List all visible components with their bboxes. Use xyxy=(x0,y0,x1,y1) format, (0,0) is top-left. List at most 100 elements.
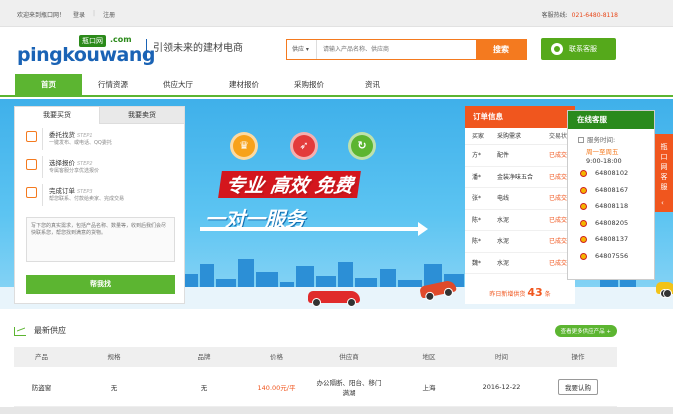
trophy-icon: ♛ xyxy=(230,132,258,160)
qq-icon xyxy=(580,236,587,244)
nav-home[interactable]: 首页 xyxy=(15,74,82,95)
service-days: 周一至周五 xyxy=(586,148,619,156)
banner-slogan-main: 专业 高效 免费 xyxy=(218,171,362,198)
more-supply-button[interactable]: 查看更多供应产品 + xyxy=(554,325,617,337)
help-find-button[interactable]: 帮我找 xyxy=(26,275,175,294)
price-cell: 140.00元/平 xyxy=(257,383,296,392)
order-info-title: 订单信息 xyxy=(465,106,575,128)
refresh-icon: ↻ xyxy=(348,132,376,160)
subscribe-button[interactable]: 我要认购 xyxy=(558,378,598,395)
online-service-panel: 在线客服 服务时间: 周一至周五 9:00-18:00 64808102 648… xyxy=(567,110,655,280)
divider xyxy=(42,156,43,178)
entrust-icon xyxy=(26,131,37,142)
nav-material-price[interactable]: 建材报价 xyxy=(219,74,269,95)
brand-cell: 无 xyxy=(200,383,208,392)
site-slogan: 引领未来的建材电商 xyxy=(146,39,243,59)
service-hours: 9:00-18:00 xyxy=(586,157,622,165)
service-side-tab[interactable]: 瓶口网客服 ‹ xyxy=(655,134,673,212)
nav-supply-hall[interactable]: 供应大厅 xyxy=(153,74,203,95)
supply-table-header: 产品 规格 品牌 价格 供应商 地区 时间 操作 xyxy=(14,347,617,367)
column-header: 供应商 xyxy=(339,353,359,361)
user-icon xyxy=(551,43,563,55)
column-header: 地区 xyxy=(422,353,436,361)
column-header: 时间 xyxy=(495,353,508,361)
trade-panel: 我要买货 我要卖货 委托找货 STEP1 一键发布、或电话、QQ委托 选择报价 ST… xyxy=(14,106,185,304)
column-header: 采购需求 xyxy=(497,133,522,140)
product-cell: 防盗窗 xyxy=(31,383,52,392)
hotline-number: 021-6480-8118 xyxy=(571,12,618,19)
step-item: 完成订单 STEP3 帮您联系、付款给卖家、完成交易 xyxy=(15,183,184,208)
qq-contact[interactable]: 64808167 xyxy=(568,182,654,199)
service-time-label: 服务时间: xyxy=(568,129,654,144)
qq-contact[interactable]: 64808118 xyxy=(568,198,654,215)
table-row: 方* 配件 已成交 xyxy=(465,145,575,167)
qq-contact[interactable]: 64808205 xyxy=(568,215,654,232)
table-row: 魏* 水泥 已成交 xyxy=(465,253,575,274)
contact-service-label: 联系客服 xyxy=(569,45,597,53)
search-button[interactable]: 搜索 xyxy=(476,40,526,59)
step-desc: 专属客服分享优选报价 xyxy=(49,168,100,174)
table-row: 防盗窗 无 无 140.00元/平 办公隔断、阳台、移门满湖 上海 2016-1… xyxy=(14,367,617,407)
contact-service-button[interactable]: 联系客服 xyxy=(541,38,616,60)
column-header: 价格 xyxy=(270,353,283,361)
order-table-header: 买家 采购需求 交易状态 xyxy=(465,128,575,145)
step-desc: 一键发布、或电话、QQ委托 xyxy=(49,140,112,146)
nav-news[interactable]: 资讯 xyxy=(350,74,395,95)
latest-supply-header: 最新供应 查看更多供应产品 + xyxy=(14,318,617,343)
new-supply-count: 昨日新增供货 43 条 xyxy=(489,286,551,299)
banner-arrow xyxy=(200,222,428,236)
nav-market[interactable]: 行情资源 xyxy=(88,74,138,95)
check-icon xyxy=(26,187,37,198)
action-cell: 我要认购 xyxy=(539,367,617,406)
quote-icon xyxy=(26,159,37,170)
register-link[interactable]: 注册 xyxy=(103,10,115,19)
step-item: 选择报价 STEP2 专属客服分享优选报价 xyxy=(15,155,184,180)
divider xyxy=(42,184,43,206)
qq-contact[interactable]: 64808102 xyxy=(568,165,654,182)
spec-cell: 无 xyxy=(110,383,118,392)
site-logo[interactable]: pingkouwang 瓶口网 .com xyxy=(17,35,155,66)
nav-purchase-price[interactable]: 采购报价 xyxy=(284,74,334,95)
qq-icon xyxy=(580,186,587,194)
column-header: 产品 xyxy=(35,353,48,361)
rocket-icon: ➶ xyxy=(290,132,318,160)
chart-icon xyxy=(14,327,26,336)
main-nav: 首页 行情资源 供应大厅 建材报价 采购报价 资讯 xyxy=(0,74,673,97)
top-links: 欢迎来到瓶口网！ 登录 | 注册 xyxy=(17,10,115,19)
column-header: 规格 xyxy=(107,353,121,361)
column-header: 品牌 xyxy=(197,353,211,361)
column-header: 操作 xyxy=(571,353,585,361)
search-scope-select[interactable]: 供应 ▾ xyxy=(287,40,317,59)
table-row: 陈* 水泥 已成交 xyxy=(465,231,575,253)
car-illustration xyxy=(308,291,360,307)
online-service-title: 在线客服 xyxy=(568,111,654,129)
qq-icon xyxy=(580,170,587,177)
logo-com: .com xyxy=(110,35,132,44)
tab-buy[interactable]: 我要买货 xyxy=(15,107,99,124)
hotline: 客服热线: 021-6480-8118 xyxy=(542,10,618,19)
supplier-link[interactable]: 办公隔断、阳台、移门满湖 xyxy=(304,367,394,406)
column-header: 买家 xyxy=(472,133,485,140)
top-bar: 欢迎来到瓶口网！ 登录 | 注册 客服热线: 021-6480-8118 xyxy=(0,0,673,27)
logo-text: pingkouwang xyxy=(17,44,155,66)
car-illustration xyxy=(656,282,673,298)
step-item: 委托找货 STEP1 一键发布、或电话、QQ委托 xyxy=(15,127,184,152)
qq-icon xyxy=(580,219,587,227)
table-row: 陈* 水泥 已成交 xyxy=(465,210,575,231)
date-cell: 2016-12-22 xyxy=(482,382,521,391)
step-desc: 帮您联系、付款给卖家、完成交易 xyxy=(49,196,125,202)
tab-sell[interactable]: 我要卖货 xyxy=(99,107,184,124)
requirement-textarea[interactable] xyxy=(26,217,175,262)
login-link[interactable]: 登录 xyxy=(73,10,85,19)
site-header: pingkouwang 瓶口网 .com 引领未来的建材电商 供应 ▾ 搜索 联… xyxy=(0,27,673,74)
logo-badge: 瓶口网 xyxy=(79,35,106,47)
table-row: 张* 电线 已成交 xyxy=(465,188,575,210)
search-input[interactable] xyxy=(317,40,476,59)
divider xyxy=(42,128,43,150)
step-title: 选择报价 xyxy=(49,159,75,167)
search-bar: 供应 ▾ 搜索 xyxy=(286,39,527,60)
qq-icon xyxy=(580,203,587,211)
chevron-left-icon: ‹ xyxy=(661,199,664,207)
qq-contact[interactable]: 64808137 xyxy=(568,231,654,248)
qq-contact[interactable]: 64807556 xyxy=(568,248,654,265)
